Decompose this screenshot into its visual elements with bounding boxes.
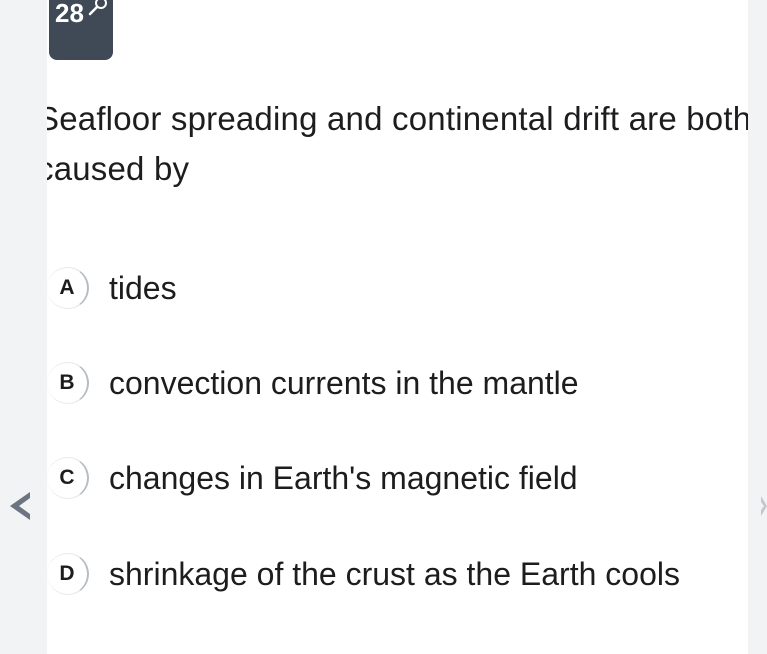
question-text: Seafloor spreading and continental drift…: [47, 100, 748, 187]
option-text: convection currents in the mantle: [109, 364, 579, 401]
option-b[interactable]: B convection currents in the mantle: [47, 360, 579, 406]
option-letter: C: [47, 457, 89, 499]
wrench-icon: [88, 0, 107, 16]
option-a[interactable]: A tides: [47, 265, 177, 311]
option-d[interactable]: D shrinkage of the crust as the Earth co…: [47, 551, 680, 597]
option-text: changes in Earth's magnetic field: [109, 459, 578, 496]
option-c[interactable]: C changes in Earth's magnetic field: [47, 455, 578, 501]
option-letter: D: [47, 553, 89, 595]
question-number-badge: 28: [49, 0, 113, 60]
option-letter: A: [47, 267, 89, 309]
option-text: tides: [109, 269, 177, 306]
option-text: shrinkage of the crust as the Earth cool…: [109, 555, 680, 592]
chevron-left-icon[interactable]: [6, 488, 36, 524]
chevron-right-icon[interactable]: [759, 488, 767, 524]
option-letter: B: [47, 362, 89, 404]
question-card: 28 Seafloor spreading and continental dr…: [47, 0, 748, 654]
